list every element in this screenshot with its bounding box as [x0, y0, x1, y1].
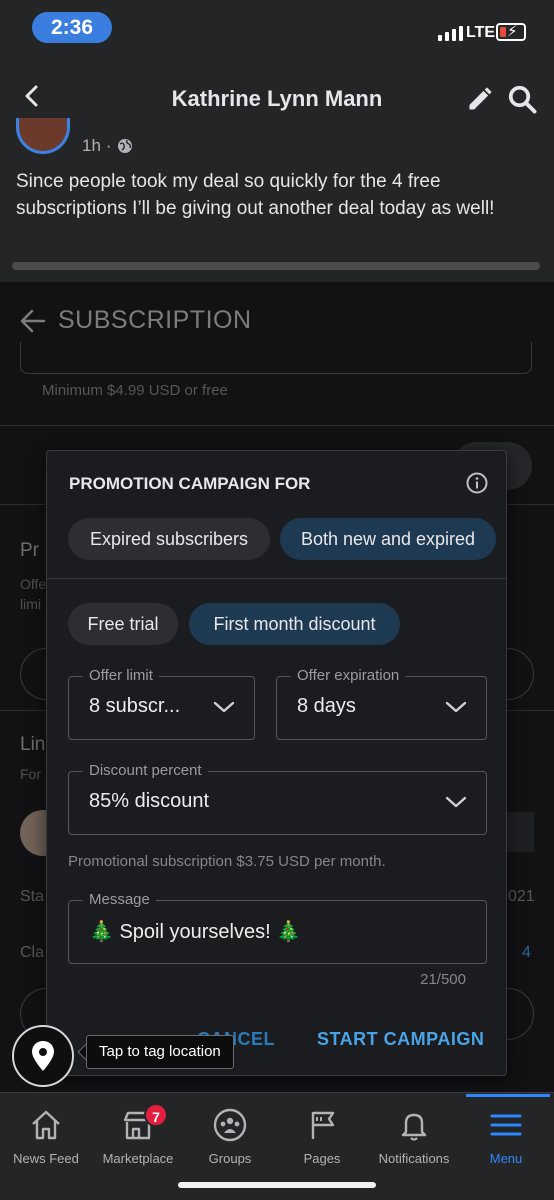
profile-header: Kathrine Lynn Mann — [0, 58, 554, 136]
offer-limit-select[interactable]: Offer limit 8 subscr... — [68, 666, 255, 740]
menu-icon — [490, 1114, 522, 1136]
search-icon[interactable] — [507, 84, 537, 114]
discount-percent-select[interactable]: Discount percent 85% discount — [68, 761, 487, 835]
nav-news-feed[interactable]: News Feed — [0, 1093, 92, 1173]
offer-expiration-value: 8 days — [297, 695, 356, 717]
ghost-label: Sta — [20, 888, 45, 905]
nav-groups[interactable]: Groups — [184, 1093, 276, 1173]
marketplace-badge: 7 — [144, 1103, 168, 1127]
signal-icon — [438, 26, 463, 41]
embedded-scrollbar — [12, 262, 540, 270]
promotion-dialog: PROMOTION CAMPAIGN FOR Expired subscribe… — [46, 450, 507, 1076]
chip-both-new-and-expired[interactable]: Both new and expired — [280, 518, 496, 560]
app-root: 2:36 LTE ⚡ Kathrine Lynn Mann 1h · Since… — [0, 0, 554, 1200]
nav-label: Menu — [489, 1151, 523, 1166]
nav-label: News Feed — [13, 1151, 79, 1166]
dialog-title: PROMOTION CAMPAIGN FOR — [69, 474, 311, 493]
offer-limit-value: 8 subscr... — [89, 695, 181, 717]
flag-icon — [311, 1111, 335, 1139]
status-time[interactable]: 2:36 — [32, 12, 112, 43]
nav-pages[interactable]: Pages — [276, 1093, 368, 1173]
nav-notifications[interactable]: Notifications — [368, 1093, 460, 1173]
nav-label: Pages — [303, 1151, 341, 1166]
nav-label: Marketplace — [102, 1151, 174, 1166]
groups-icon — [213, 1108, 247, 1142]
location-button[interactable] — [12, 1025, 74, 1087]
nav-menu[interactable]: Menu — [460, 1093, 552, 1173]
discount-percent-value: 85% discount — [89, 790, 210, 812]
chip-first-month-discount[interactable]: First month discount — [189, 603, 400, 645]
home-icon — [32, 1110, 60, 1140]
message-label: Message — [83, 890, 156, 910]
home-indicator[interactable] — [178, 1182, 376, 1188]
ghost-heading: Pr — [20, 540, 39, 561]
ghost-subtext: For — [20, 766, 41, 782]
message-value: 🎄 Spoil yourselves! 🎄 — [89, 921, 302, 943]
post-text: Since people took my deal so quickly for… — [16, 171, 495, 219]
subscription-title: SUBSCRIPTION — [58, 306, 252, 334]
chevron-down-icon — [445, 701, 467, 713]
ghost-count: 4 — [522, 944, 531, 961]
battery-icon: ⚡ — [496, 23, 526, 41]
ghost-heading: Lin — [20, 734, 46, 755]
post-time: 1h — [82, 136, 101, 155]
dialog-divider — [47, 578, 506, 579]
chip-free-trial[interactable]: Free trial — [68, 603, 178, 645]
info-icon[interactable] — [465, 471, 489, 495]
offer-limit-label: Offer limit — [83, 666, 159, 686]
nav-label: Groups — [208, 1151, 252, 1166]
price-field — [20, 342, 532, 374]
chevron-down-icon — [213, 701, 235, 713]
ghost-subtext: Offe limi — [20, 576, 47, 612]
chip-expired-subscribers[interactable]: Expired subscribers — [68, 518, 270, 560]
nav-label: Notifications — [378, 1151, 450, 1166]
edit-pencil-icon[interactable] — [466, 85, 494, 113]
min-price-note: Minimum $4.99 USD or free — [42, 382, 228, 399]
divider — [0, 425, 554, 426]
back-arrow-icon — [20, 309, 46, 333]
active-tab-indicator — [466, 1094, 550, 1097]
status-bar: 2:36 LTE ⚡ — [0, 0, 554, 58]
promo-price-note: Promotional subscription $3.75 USD per m… — [68, 853, 386, 870]
char-counter: 21/500 — [420, 971, 466, 988]
discount-percent-label: Discount percent — [83, 761, 208, 781]
network-type: LTE — [466, 24, 496, 41]
location-pin-icon — [32, 1041, 54, 1071]
ghost-value: 021 — [508, 888, 535, 905]
start-campaign-button[interactable]: START CAMPAIGN — [317, 1029, 484, 1050]
chevron-down-icon — [445, 796, 467, 808]
location-tooltip[interactable]: Tap to tag location — [86, 1035, 234, 1069]
meta-separator: · — [105, 136, 112, 155]
globe-icon — [117, 139, 132, 153]
ghost-label: Cla — [20, 944, 45, 961]
offer-expiration-select[interactable]: Offer expiration 8 days — [276, 666, 487, 740]
post-meta: 1h · — [82, 136, 133, 156]
offer-expiration-label: Offer expiration — [291, 666, 406, 686]
message-input[interactable]: Message 🎄 Spoil yourselves! 🎄 — [68, 890, 487, 964]
bell-icon — [401, 1113, 427, 1141]
author-avatar[interactable] — [16, 118, 70, 154]
nav-marketplace[interactable]: 7 Marketplace — [92, 1093, 184, 1173]
